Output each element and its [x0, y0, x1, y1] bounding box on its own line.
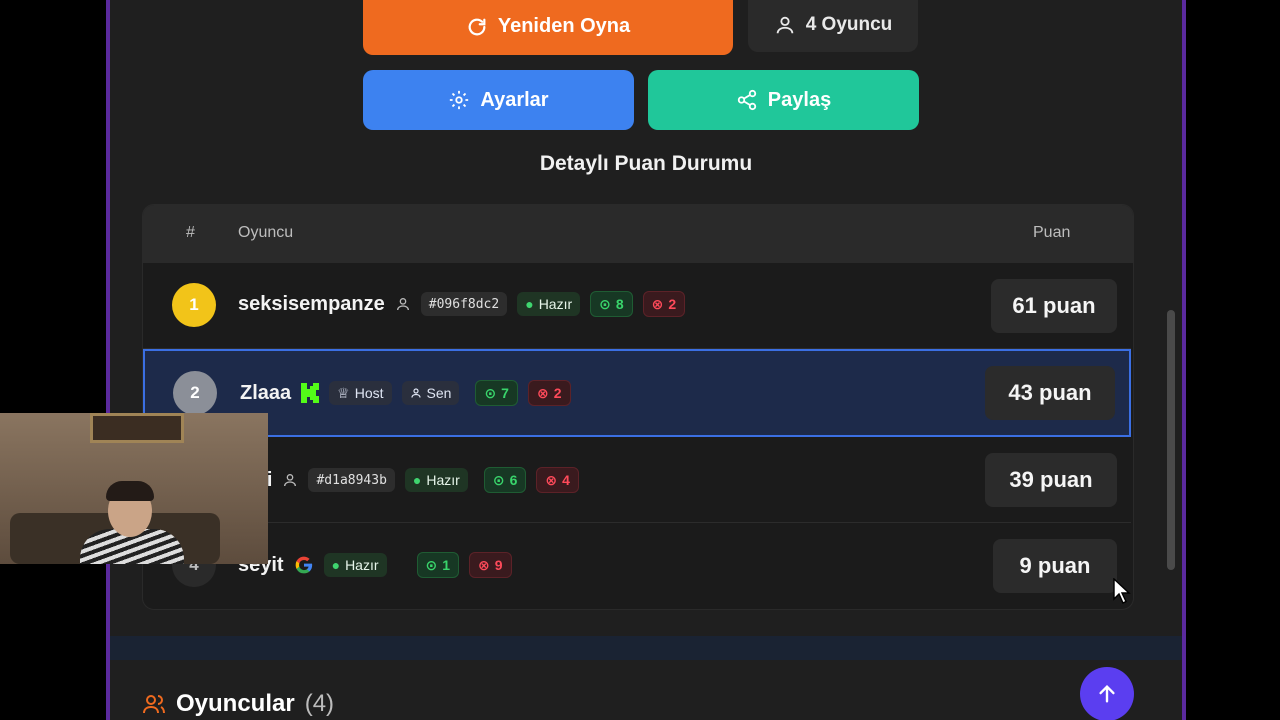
wrong-count-badge: ⊗ 2: [642, 291, 686, 317]
wall-frame: [90, 413, 184, 443]
webcam-overlay: [0, 413, 268, 564]
user-icon: [776, 16, 793, 34]
correct-count: 8: [615, 296, 624, 312]
correct-count-badge: ⊙ 7: [475, 380, 518, 406]
arrow-up-icon: [1099, 684, 1115, 703]
wrong-count: 9: [494, 557, 503, 573]
score-badge: 61 puan: [991, 279, 1117, 333]
wrong-count-badge: ⊗ 4: [536, 467, 579, 493]
you-badge: Sen: [401, 381, 460, 405]
table-row: 3 msi #d1a8943b ●Hazır ⊙6 ⊗4 39 puan: [143, 437, 1131, 523]
users-icon: [143, 695, 165, 714]
x-circle-icon: ⊗: [651, 295, 664, 312]
x-circle-icon: ⊗: [536, 384, 549, 401]
refresh-icon: [468, 18, 486, 35]
user-icon: [410, 388, 421, 398]
user-icon: [284, 474, 297, 487]
status-label: Hazır: [538, 296, 573, 312]
player-name: seksisempanze: [238, 292, 385, 315]
rank-column-header: #: [186, 224, 195, 241]
share-button[interactable]: Paylaş: [648, 70, 919, 130]
score-column-header: Puan: [1033, 224, 1071, 241]
players-section-title: Oyuncular (4): [142, 690, 334, 718]
scoreboard-table: # Oyuncu Puan 1 seksisempanze #096f8dc2 …: [142, 204, 1134, 610]
table-row-current-user: 2 Zlaaa ♕ Host Sen ⊙ 7 ⊗ 2 43 puan: [143, 349, 1131, 437]
mouse-cursor-icon: [1113, 578, 1131, 604]
check-icon: ⊙: [484, 384, 497, 401]
correct-count: 7: [501, 385, 509, 401]
players-title-label: Oyuncular: [176, 690, 295, 717]
scrollbar-thumb[interactable]: [1167, 310, 1175, 570]
x-circle-icon: ⊗: [478, 556, 490, 573]
table-row: 1 seksisempanze #096f8dc2 ● Hazır ⊙ 8 ⊗ 2 6…: [143, 263, 1131, 349]
status-badge: ● Hazır: [517, 292, 581, 316]
google-logo-icon: [295, 556, 312, 574]
host-badge: ♕ Host: [329, 381, 392, 405]
you-label: Sen: [426, 385, 452, 401]
status-label: Hazır: [345, 557, 379, 573]
rank-badge: 2: [173, 371, 217, 415]
host-label: Host: [354, 385, 384, 401]
gear-icon: [450, 90, 469, 110]
wrong-count: 2: [668, 296, 677, 312]
player-name: Zlaaa: [240, 381, 292, 404]
check-circle-icon: ●: [412, 472, 422, 488]
check-icon: ⊙: [492, 471, 505, 488]
wrong-count-badge: ⊗ 2: [527, 380, 571, 406]
score-badge: 9 puan: [993, 539, 1117, 593]
check-circle-icon: ●: [525, 296, 534, 312]
share-icon: [737, 89, 756, 111]
status-label: Hazır: [426, 472, 460, 488]
correct-count: 1: [442, 557, 451, 573]
settings-button[interactable]: Ayarlar: [363, 70, 634, 130]
correct-count-badge: ⊙ 6: [483, 467, 527, 493]
check-icon: ⊙: [425, 556, 438, 573]
correct-count: 6: [509, 472, 518, 488]
status-badge: ● Hazır: [404, 468, 468, 492]
section-divider: [110, 636, 1182, 660]
correct-count-badge: ⊙ 1: [416, 552, 460, 578]
wrong-count: 2: [553, 385, 562, 401]
wrong-count: 4: [562, 472, 570, 488]
player-column-header: Oyuncu: [238, 224, 294, 241]
table-header: # Oyuncu Puan: [143, 205, 1133, 263]
score-badge: 43 puan: [985, 366, 1115, 420]
settings-label: Ayarlar: [480, 88, 549, 111]
scoreboard-title: Detaylı Puan Durumu: [539, 152, 753, 175]
crown-icon: ♕: [337, 384, 350, 401]
player-id-badge: #096f8dc2: [420, 292, 508, 316]
streamer-hair: [106, 481, 154, 501]
share-label: Paylaş: [767, 88, 832, 111]
app-panel: Yeniden Oyna 4 Oyuncu Ayarlar Paylaş Det…: [106, 0, 1186, 720]
players-count-button[interactable]: 4 Oyuncu: [748, 0, 918, 52]
x-circle-icon: ⊗: [545, 471, 558, 488]
replay-label: Yeniden Oyna: [497, 15, 631, 37]
player-id-badge: #d1a8943b: [308, 468, 395, 492]
players-count: (4): [304, 690, 335, 717]
user-icon: [396, 298, 409, 311]
check-circle-icon: ●: [331, 557, 341, 573]
score-badge: 39 puan: [985, 453, 1117, 507]
wrong-count-badge: ⊗ 9: [469, 552, 512, 578]
players-count-label: 4 Oyuncu: [805, 14, 893, 35]
scroll-to-top-button[interactable]: [1080, 667, 1134, 720]
table-row: 4 seyit ● Hazır ⊙ 1 ⊗ 9 9 puan: [143, 523, 1131, 609]
status-badge: ● Hazır: [323, 553, 387, 577]
rank-badge: 1: [172, 283, 216, 327]
correct-count-badge: ⊙ 8: [590, 291, 633, 317]
kick-logo-icon: [301, 383, 320, 403]
check-icon: ⊙: [599, 295, 611, 312]
replay-button[interactable]: Yeniden Oyna: [363, 0, 733, 55]
